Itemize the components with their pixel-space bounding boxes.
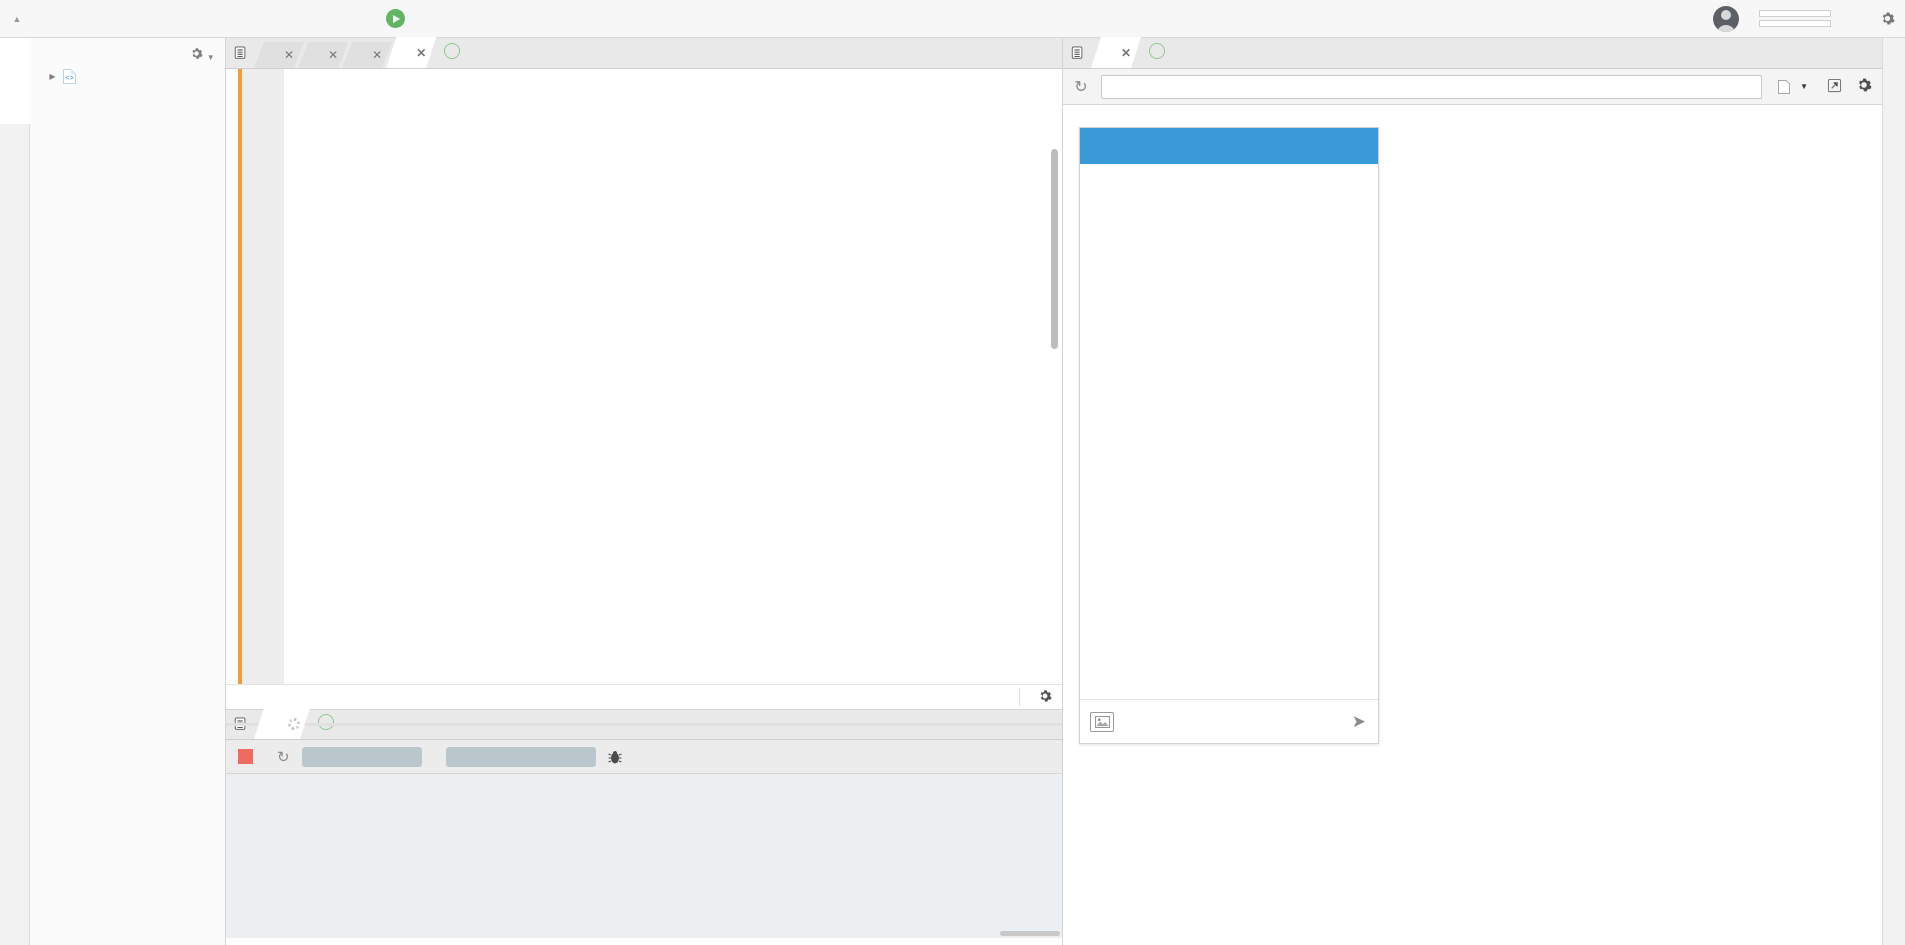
preview-tab-browser[interactable]: ✕ bbox=[1091, 37, 1141, 68]
close-icon[interactable]: ✕ bbox=[1121, 46, 1131, 60]
editor-code-lines[interactable] bbox=[284, 69, 1062, 684]
restart-icon[interactable]: ↻ bbox=[277, 748, 290, 766]
play-icon bbox=[386, 9, 405, 28]
editor-runner-splitter[interactable] bbox=[226, 723, 1062, 726]
chat-header bbox=[1080, 128, 1378, 164]
chat-input-bar: ➤ bbox=[1080, 699, 1378, 743]
popout-icon[interactable] bbox=[1824, 78, 1844, 96]
favorite-item-config-json[interactable]: <> bbox=[30, 67, 225, 86]
filesystem-header bbox=[30, 86, 225, 99]
browser-url-input[interactable] bbox=[1101, 74, 1763, 99]
file-tree-gear-icon[interactable]: ▼ bbox=[190, 47, 215, 63]
editor-line-numbers bbox=[242, 69, 284, 684]
rail-tab-collaborate[interactable] bbox=[1883, 38, 1905, 130]
close-icon[interactable]: ✕ bbox=[372, 48, 382, 62]
menu-item-tools[interactable] bbox=[180, 0, 202, 38]
menu-item-run[interactable] bbox=[158, 0, 180, 38]
chat-message-input[interactable] bbox=[1122, 713, 1344, 730]
chat-message-list[interactable] bbox=[1080, 164, 1378, 699]
preferences-gear-icon[interactable] bbox=[1873, 11, 1901, 26]
resource-meters bbox=[1759, 10, 1831, 27]
main-menubar: ▲ bbox=[0, 0, 1905, 38]
editor-tab-bot-js[interactable]: ✕ bbox=[386, 37, 436, 68]
collapse-menubar-icon[interactable]: ▲ bbox=[0, 0, 34, 38]
avatar[interactable] bbox=[1713, 5, 1739, 32]
browser-viewport: ➤ bbox=[1063, 105, 1882, 945]
preview-tab-menu-icon[interactable] bbox=[1063, 37, 1091, 68]
menu-item-window[interactable] bbox=[202, 0, 224, 38]
rail-tab-debugger[interactable] bbox=[1883, 196, 1905, 270]
menu-item-find[interactable] bbox=[92, 0, 114, 38]
rail-tab-commands[interactable] bbox=[0, 202, 30, 294]
left-sidebar-rail bbox=[0, 38, 30, 945]
browser-reload-icon[interactable]: ↻ bbox=[1071, 77, 1091, 97]
preview-tabbar: ✕ bbox=[1063, 38, 1882, 69]
page-icon bbox=[1778, 79, 1791, 94]
cpu-meter bbox=[1759, 10, 1831, 17]
editor-settings-gear-icon[interactable] bbox=[1038, 689, 1056, 706]
loading-spinner-icon bbox=[288, 718, 300, 730]
file-tree-panel: ▼ <> bbox=[30, 38, 226, 945]
runner-console-output[interactable] bbox=[226, 774, 1062, 938]
runner-toolbar: ↻ bbox=[226, 740, 1062, 774]
menu-item-goto[interactable] bbox=[136, 0, 158, 38]
rail-tab-outline[interactable] bbox=[1883, 130, 1905, 196]
runner-panel: ↻ bbox=[226, 710, 1062, 938]
browser-url-bar: ↻ ▼ bbox=[1063, 69, 1882, 105]
chevron-down-icon: ▼ bbox=[1800, 82, 1808, 91]
send-icon[interactable]: ➤ bbox=[1352, 712, 1368, 732]
image-attach-icon[interactable] bbox=[1090, 711, 1114, 732]
run-button[interactable] bbox=[376, 9, 422, 28]
menu-item-file[interactable] bbox=[48, 0, 70, 38]
editor-tab-emotion-js[interactable]: ✕ bbox=[298, 42, 348, 68]
chat-widget: ➤ bbox=[1079, 127, 1379, 744]
svg-text:<>: <> bbox=[65, 75, 74, 83]
editor-tab-menu-icon[interactable] bbox=[226, 37, 254, 68]
menu-item-view[interactable] bbox=[114, 0, 136, 38]
browser-preview-column: ✕ ↻ ▼ ➤ bbox=[1062, 38, 1882, 945]
editor-tab-get-emotion-js[interactable]: ✕ bbox=[342, 42, 392, 68]
editor-tab-bash[interactable]: ✕ bbox=[254, 42, 304, 68]
runner-arguments-field[interactable] bbox=[301, 746, 422, 767]
right-sidebar-rail bbox=[1882, 38, 1905, 945]
stop-icon[interactable] bbox=[238, 749, 253, 764]
chevron-right-icon[interactable] bbox=[46, 72, 59, 81]
favorites-header: ▼ bbox=[30, 38, 225, 67]
close-icon[interactable]: ✕ bbox=[284, 48, 294, 62]
menu-item-support[interactable] bbox=[224, 0, 246, 38]
bug-icon[interactable] bbox=[607, 749, 622, 765]
preview-mode-select[interactable]: ▼ bbox=[1772, 79, 1814, 94]
console-horizontal-scrollbar[interactable] bbox=[1000, 931, 1060, 936]
new-editor-tab-button[interactable] bbox=[444, 42, 461, 59]
menubar-right-group bbox=[1713, 5, 1905, 32]
code-editor[interactable] bbox=[226, 69, 1062, 684]
new-preview-tab-button[interactable] bbox=[1149, 42, 1166, 59]
new-runner-tab-button[interactable] bbox=[318, 714, 334, 730]
status-divider bbox=[1019, 688, 1020, 706]
editor-tabbar: ✕ ✕ ✕ ✕ bbox=[226, 38, 1062, 69]
close-icon[interactable]: ✕ bbox=[416, 46, 426, 60]
disk-meter bbox=[1759, 20, 1831, 27]
close-icon[interactable]: ✕ bbox=[328, 48, 338, 62]
preview-settings-gear-icon[interactable] bbox=[1854, 77, 1874, 96]
editor-column: ✕ ✕ ✕ ✕ ↻ bbox=[226, 38, 1062, 945]
command-input[interactable] bbox=[445, 746, 596, 767]
editor-vertical-scrollbar[interactable] bbox=[1051, 149, 1058, 349]
menu-item-edit[interactable] bbox=[70, 0, 92, 38]
editor-status-bar bbox=[226, 684, 1062, 710]
rail-tab-navigate[interactable] bbox=[0, 124, 30, 202]
runner-tab-index-js[interactable] bbox=[254, 708, 310, 739]
rail-tab-workspace[interactable] bbox=[0, 38, 30, 124]
code-file-icon: <> bbox=[59, 68, 79, 84]
